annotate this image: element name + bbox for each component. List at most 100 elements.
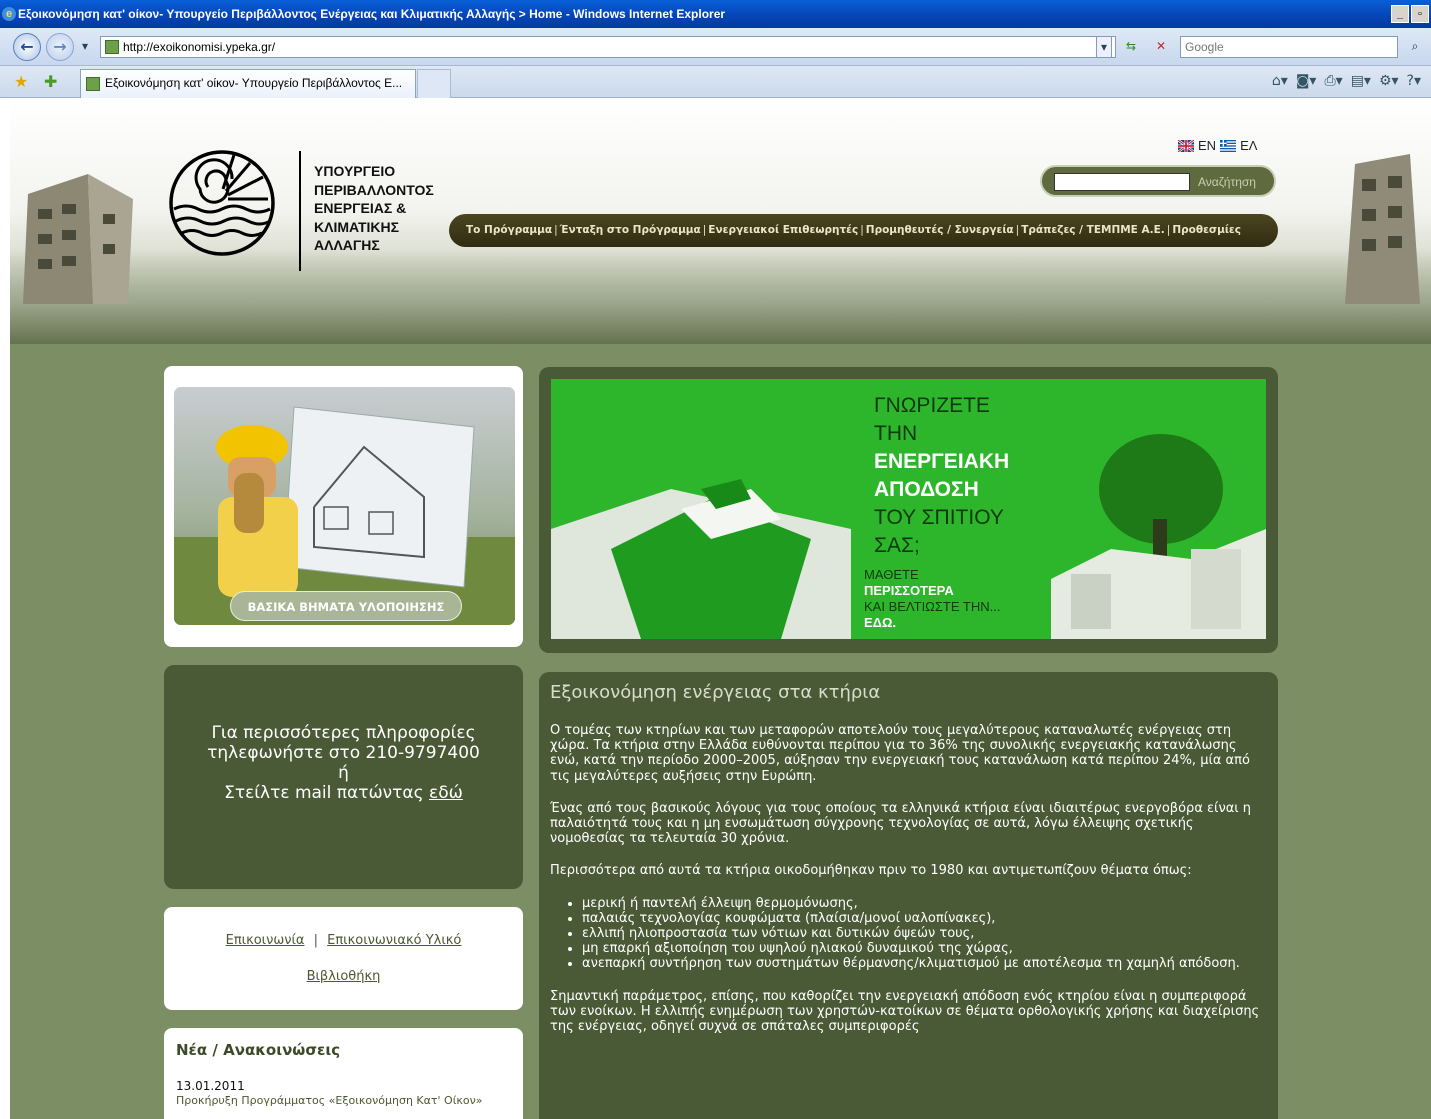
ie-icon: e bbox=[2, 7, 16, 21]
nav-program[interactable]: Το Πρόγραμμα bbox=[466, 214, 552, 247]
nav-separator: | bbox=[1015, 224, 1020, 236]
building-right-image bbox=[1345, 154, 1420, 304]
banner-line: ΤΟΥ ΣΠΙΤΙΟΥ bbox=[874, 506, 1004, 529]
steps-promo-box: ΒΑΣΙΚΑ ΒΗΜΑΤΑ ΥΛΟΠΟΙΗΣΗΣ bbox=[164, 366, 523, 647]
feeds-icon[interactable]: ◙▾ bbox=[1296, 70, 1317, 92]
article-bullet: παλαιάς τεχνολογίας κουφώματα (πλαίσια/μ… bbox=[582, 911, 1268, 926]
banner-headline: ΓΝΩΡΙΖΕΤΕ ΤΗΝ ΕΝΕΡΓΕΙΑΚΗ ΑΠΟΔΟΣΗ ΤΟΥ ΣΠΙ… bbox=[874, 392, 1009, 560]
contact-line: Για περισσότερες πληροφορίες bbox=[211, 723, 476, 743]
greek-flag-icon[interactable] bbox=[1220, 140, 1237, 152]
url-field[interactable]: http://exoikonomisi.ypeka.gr/ bbox=[100, 36, 1116, 58]
steps-button[interactable]: ΒΑΣΙΚΑ ΒΗΜΑΤΑ ΥΛΟΠΟΙΗΣΗΣ bbox=[230, 591, 462, 621]
site-search: Αναζήτηση bbox=[1040, 165, 1276, 197]
add-favorite-icon[interactable]: ✚ bbox=[44, 72, 57, 92]
forward-button[interactable]: → bbox=[46, 33, 74, 61]
window-title: Εξοικονόμηση κατ' οίκον- Υπουργείο Περιβ… bbox=[18, 7, 726, 21]
stop-icon[interactable]: ✕ bbox=[1150, 36, 1172, 58]
banner-line: ΓΝΩΡΙΖΕΤΕ bbox=[874, 394, 990, 417]
contact-mail-link[interactable]: εδώ bbox=[429, 783, 463, 803]
news-item-link[interactable]: Προκήρυξη Προγράμματος «Εξοικονόμηση Κατ… bbox=[176, 1094, 496, 1107]
site-favicon-icon bbox=[105, 40, 119, 54]
tab-bar: ★ ✚ Εξοικονόμηση κατ' οίκον- Υπουργείο Π… bbox=[0, 66, 1431, 98]
nav-suppliers[interactable]: Προμηθευτές / Συνεργεία bbox=[866, 214, 1014, 247]
history-dropdown-icon[interactable]: ▾ bbox=[78, 36, 92, 58]
nav-separator: | bbox=[702, 224, 707, 236]
maximize-button[interactable]: ▫ bbox=[1411, 5, 1429, 23]
contact-line: τηλεφωνήστε στο 210-9797400 bbox=[207, 743, 480, 763]
address-bar-row: ← → ▾ http://exoikonomisi.ypeka.gr/ ▾ ⇆ … bbox=[0, 28, 1431, 66]
tab-title: Εξοικονόμηση κατ' οίκον- Υπουργείο Περιβ… bbox=[105, 76, 403, 90]
tools-gear-icon[interactable]: ⚙▾ bbox=[1379, 70, 1399, 92]
web-page: ΥΠΟΥΡΓΕΙΟ ΠΕΡΙΒΑΛΛΟΝΤΟΣ ΕΝΕΡΓΕΙΑΣ & ΚΛΙΜ… bbox=[10, 99, 1431, 1119]
article-bullet: ανεπαρκή συντήρηση των συστημάτων θέρμαν… bbox=[582, 956, 1268, 971]
search-icon[interactable]: ⌕ bbox=[1404, 36, 1426, 58]
contact-line: Στείλτε mail πατώντας εδώ bbox=[164, 783, 523, 803]
article-bullet: ελλιπή ηλιοπροστασία των νότιων και δυτι… bbox=[582, 926, 1268, 941]
nav-banks[interactable]: Τράπεζες / ΤΕΜΠΜΕ Α.Ε. bbox=[1021, 214, 1165, 247]
library-link[interactable]: Βιβλιοθήκη bbox=[307, 969, 381, 984]
article-paragraph: Ένας από τους βασικούς λόγους για τους ο… bbox=[550, 800, 1252, 847]
nav-separator: | bbox=[554, 224, 558, 236]
url-dropdown-icon[interactable]: ▾ bbox=[1096, 36, 1112, 58]
banner-line: ΤΗΝ bbox=[874, 422, 918, 445]
banner-cta-line: ΚΑΙ ΒΕΛΤΙΩΣΤΕ ΤΗΝ... bbox=[864, 599, 1001, 614]
banner-cta-line: ΠΕΡΙΣΣΟΤΕΡΑ bbox=[864, 583, 954, 598]
news-box: Νέα / Ανακοινώσεις 13.01.2011 Προκήρυξη … bbox=[164, 1028, 523, 1119]
banner-cta-line: ΜΑΘΕΤΕ bbox=[864, 567, 919, 582]
site-search-input[interactable] bbox=[1054, 173, 1190, 191]
banner-cta[interactable]: ΜΑΘΕΤΕ ΠΕΡΙΣΣΟΤΕΡΑ ΚΑΙ ΒΕΛΤΙΩΣΤΕ ΤΗΝ... … bbox=[864, 567, 1000, 631]
window-title-bar: e Εξοικονόμηση κατ' οίκον- Υπουργείο Περ… bbox=[0, 0, 1431, 28]
article-bullet: μερική ή παντελή έλλειψη θερμομόνωσης, bbox=[582, 896, 1268, 911]
communication-link[interactable]: Επικοινωνία bbox=[226, 933, 305, 948]
energy-banner[interactable]: ΓΝΩΡΙΖΕΤΕ ΤΗΝ ΕΝΕΡΓΕΙΑΚΗ ΑΠΟΔΟΣΗ ΤΟΥ ΣΠΙ… bbox=[551, 379, 1266, 639]
nav-separator: | bbox=[1166, 224, 1171, 236]
article-bullet: μη επαρκή αξιοποίηση του υψηλού ηλιακού … bbox=[582, 941, 1268, 956]
contact-info-box: Για περισσότερες πληροφορίες τηλεφωνήστε… bbox=[164, 665, 523, 889]
search-input[interactable]: Google bbox=[1180, 36, 1398, 58]
tab-favicon-icon bbox=[86, 77, 100, 91]
lang-en-link[interactable]: EN bbox=[1198, 135, 1216, 157]
lang-el-link[interactable]: ΕΛ bbox=[1240, 135, 1257, 157]
article-bullets: μερική ή παντελή έλλειψη θερμομόνωσης, π… bbox=[582, 896, 1268, 972]
uk-flag-icon[interactable] bbox=[1178, 140, 1194, 152]
banner-cta-line: ΕΔΩ. bbox=[864, 615, 897, 630]
logo-divider bbox=[299, 151, 301, 271]
article-title: Εξοικονόμηση ενέργειας στα κτήρια bbox=[550, 682, 881, 703]
links-row: Επικοινωνία | Επικοινωνιακό Υλικό bbox=[164, 931, 523, 951]
ministry-name: ΥΠΟΥΡΓΕΙΟ ΠΕΡΙΒΑΛΛΟΝΤΟΣ ΕΝΕΡΓΕΙΑΣ & ΚΛΙΜ… bbox=[314, 163, 434, 254]
banner-line: ΑΠΟΔΟΣΗ bbox=[874, 478, 979, 501]
article-box: Εξοικονόμηση ενέργειας στα κτήρια Ο τομέ… bbox=[539, 672, 1278, 1119]
tab-current[interactable]: Εξοικονόμηση κατ' οίκον- Υπουργείο Περιβ… bbox=[80, 69, 416, 98]
news-date: 13.01.2011 bbox=[176, 1079, 245, 1093]
nav-deadlines[interactable]: Προθεσμίες bbox=[1172, 214, 1241, 247]
site-search-button[interactable]: Αναζήτηση bbox=[1198, 173, 1256, 191]
contact-line: ή bbox=[338, 763, 349, 783]
back-button[interactable]: ← bbox=[13, 33, 41, 61]
nav-enrollment[interactable]: Ένταξη στο Πρόγραμμα bbox=[560, 214, 701, 247]
links-box: Επικοινωνία | Επικοινωνιακό Υλικό Βιβλιο… bbox=[164, 907, 523, 1010]
banner-line: ΕΝΕΡΓΕΙΑΚΗ bbox=[874, 450, 1010, 473]
material-link[interactable]: Επικοινωνιακό Υλικό bbox=[327, 933, 461, 948]
worker-illustration bbox=[174, 406, 515, 625]
main-nav: Το Πρόγραμμα | Ένταξη στο Πρόγραμμα | Ενερ… bbox=[449, 214, 1278, 247]
favorites-star-icon[interactable]: ★ bbox=[14, 72, 28, 92]
minimize-button[interactable]: _ bbox=[1391, 5, 1409, 23]
command-bar: ⌂▾ ◙▾ ⎙▾ ▤▾ ⚙▾ ?▾ bbox=[1272, 70, 1421, 92]
links-row: Βιβλιοθήκη bbox=[164, 967, 523, 987]
page-menu-icon[interactable]: ▤▾ bbox=[1351, 70, 1371, 92]
article-paragraph: Περισσότερα από αυτά τα κτήρια οικοδομήθ… bbox=[550, 863, 1192, 879]
print-icon[interactable]: ⎙▾ bbox=[1324, 70, 1342, 92]
news-title: Νέα / Ανακοινώσεις bbox=[176, 1041, 341, 1059]
url-text: http://exoikonomisi.ypeka.gr/ bbox=[123, 40, 276, 54]
help-icon[interactable]: ?▾ bbox=[1407, 70, 1421, 92]
worker-photo[interactable]: ΒΑΣΙΚΑ ΒΗΜΑΤΑ ΥΛΟΠΟΙΗΣΗΣ bbox=[174, 387, 515, 625]
home-icon[interactable]: ⌂▾ bbox=[1272, 70, 1288, 92]
article-paragraph: Ο τομέας των κτηρίων και των μεταφορών α… bbox=[550, 723, 1250, 784]
site-header: ΥΠΟΥΡΓΕΙΟ ΠΕΡΙΒΑΛΛΟΝΤΟΣ ΕΝΕΡΓΕΙΑΣ & ΚΛΙΜ… bbox=[10, 99, 1431, 344]
nav-inspectors[interactable]: Ενεργειακοί Επιθεωρητές bbox=[708, 214, 858, 247]
article-paragraph: Σημαντική παράμετρος, επίσης, που καθορί… bbox=[550, 988, 1260, 1035]
skyline-graphic bbox=[10, 249, 1431, 344]
ministry-logo bbox=[169, 150, 275, 256]
refresh-icon[interactable]: ⇆ bbox=[1120, 36, 1142, 58]
new-tab-button[interactable] bbox=[417, 69, 451, 98]
